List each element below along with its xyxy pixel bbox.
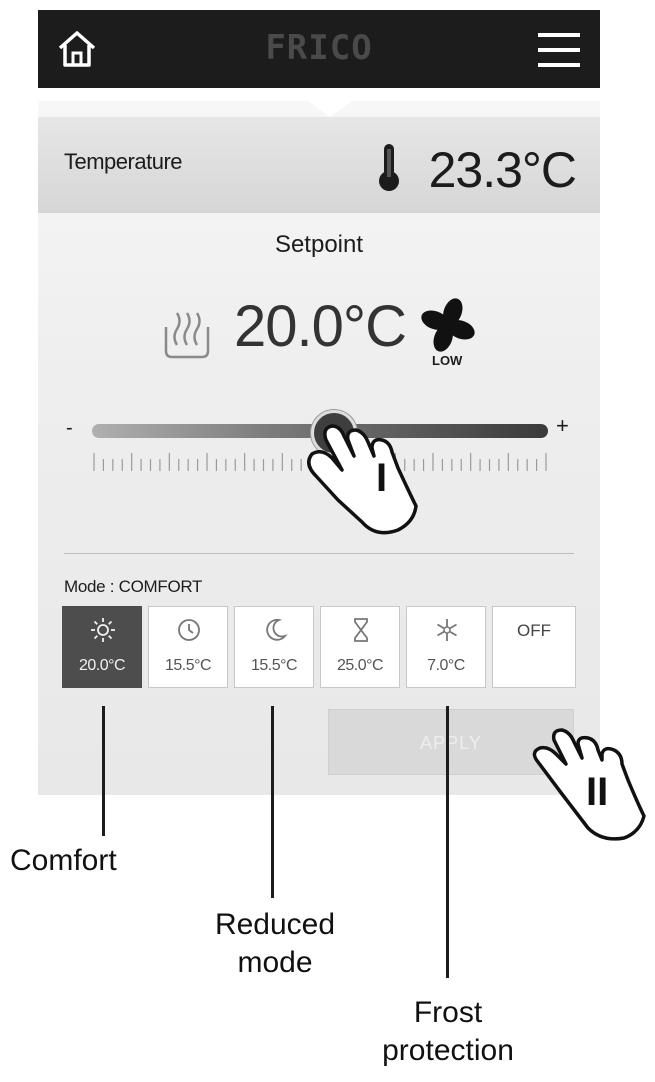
setpoint-label: Setpoint	[274, 231, 364, 258]
step-label-2: II	[586, 770, 609, 814]
callout-line-comfort	[102, 706, 105, 836]
heater-icon	[164, 312, 210, 359]
mode-selector: 20.0°C 15.5°C 15.5°C 25.0°C 7.0°C OFF	[62, 606, 576, 690]
mode-temp-value: 20.0°C	[78, 657, 126, 674]
callout-comfort: Comfort	[10, 844, 117, 877]
fan-icon[interactable]	[416, 297, 480, 353]
divider	[64, 553, 574, 554]
callout-frost: Frost protection	[350, 994, 546, 1070]
moon-icon	[266, 618, 288, 641]
menu-icon[interactable]	[536, 30, 582, 70]
mode-temp-value: 15.5°C	[250, 657, 298, 674]
callout-reduced: Reduced mode	[180, 906, 370, 982]
brand-logo: FRICO	[265, 28, 373, 68]
temperature-label: Temperature	[64, 149, 183, 174]
mode-off-tile[interactable]: OFF	[492, 606, 576, 688]
header-notch	[308, 101, 352, 117]
mode-timer-tile[interactable]: 15.5°C	[148, 606, 228, 688]
snowflake-icon	[437, 619, 457, 641]
sun-icon	[91, 618, 115, 642]
mode-temp-value: 7.0°C	[427, 657, 465, 674]
temperature-row: Temperature 23.3°C	[38, 101, 600, 213]
mode-reduced-tile[interactable]: 15.5°C	[234, 606, 314, 688]
screen: FRICO Temperature 23.3°C Setpoint 20.0°C	[0, 0, 655, 1082]
hourglass-icon	[354, 618, 368, 642]
mode-label: Mode : COMFORT	[64, 577, 203, 596]
hand-pointer-icon	[307, 424, 418, 535]
slider-plus: +	[556, 413, 569, 438]
header-bar: FRICO	[38, 10, 600, 88]
mode-temp-value: 15.5°C	[164, 657, 212, 674]
callout-reduced-line1: Reduced	[214, 908, 336, 941]
mode-frost-tile[interactable]: 7.0°C	[406, 606, 486, 688]
mode-off-label: OFF	[517, 621, 551, 640]
mode-temp-value: 25.0°C	[336, 657, 384, 674]
slider-minus: -	[66, 417, 73, 439]
mode-comfort-tile[interactable]: 20.0°C	[62, 606, 142, 688]
setpoint-value: 20.0°C	[234, 294, 407, 359]
fan-speed-label: LOW	[432, 353, 463, 368]
callout-frost-line2: protection	[382, 1034, 514, 1067]
temperature-value: 23.3°C	[428, 142, 577, 198]
callout-line-frost	[446, 706, 449, 978]
thermometer-icon	[379, 144, 399, 191]
callout-frost-line1: Frost	[413, 996, 483, 1029]
mode-away-tile[interactable]: 25.0°C	[320, 606, 400, 688]
callout-line-reduced	[271, 706, 274, 898]
clock-icon	[178, 619, 200, 641]
step-label-1: I	[376, 456, 388, 500]
callout-reduced-line2: mode	[237, 946, 313, 979]
